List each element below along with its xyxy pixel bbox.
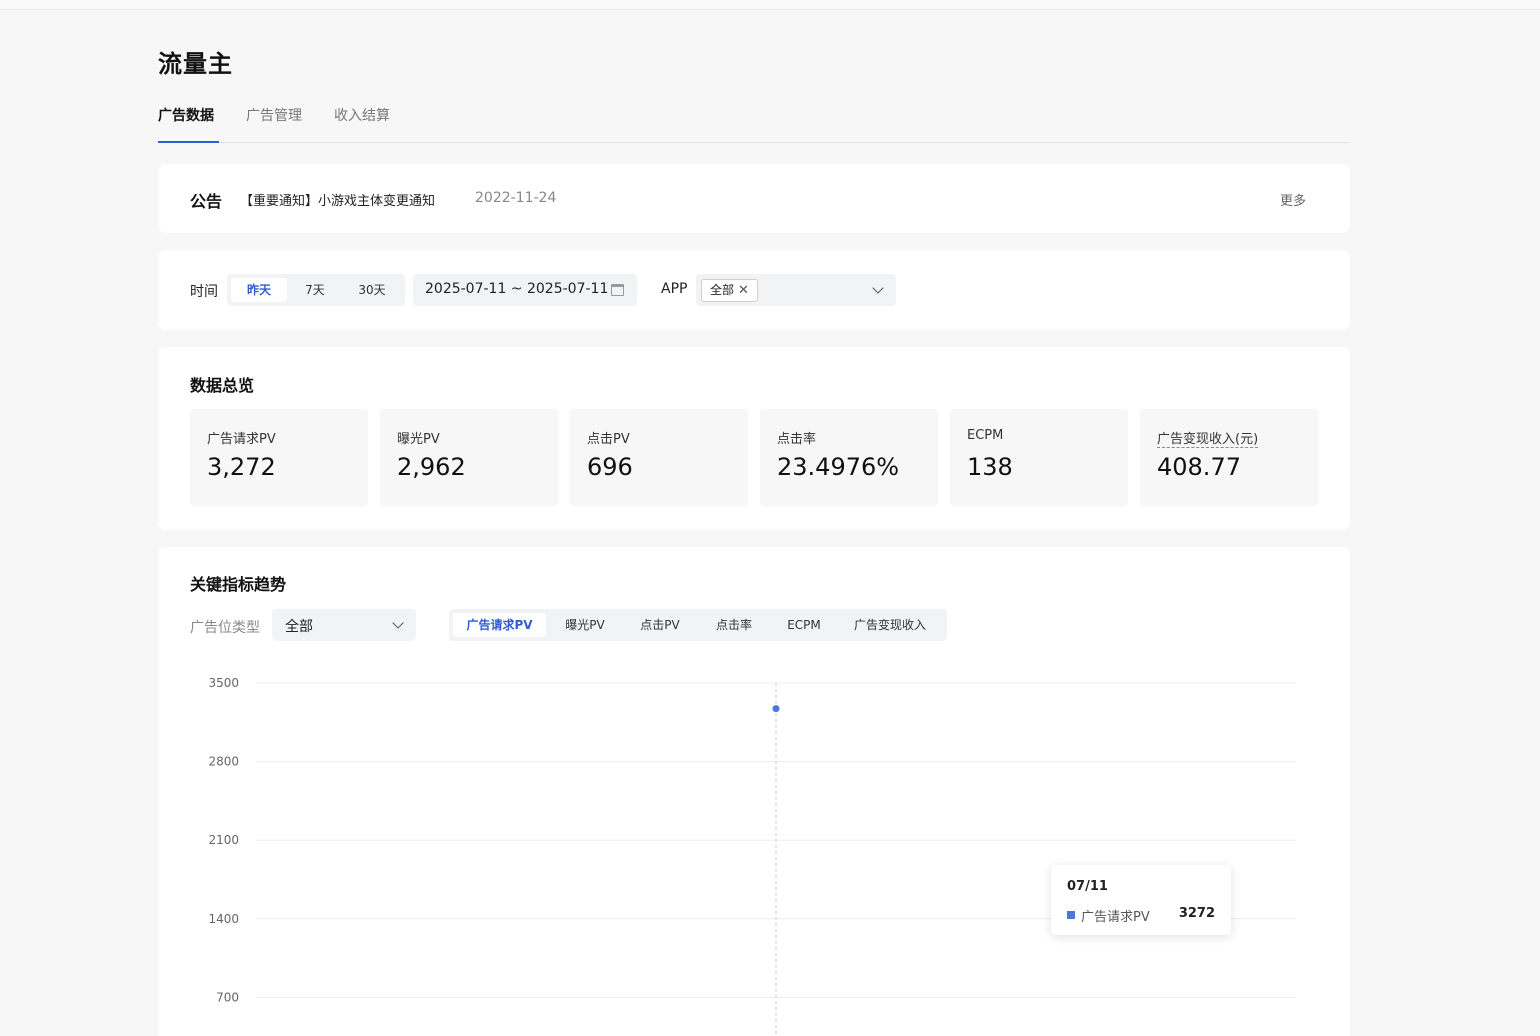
stat-card: 点击PV 696 bbox=[570, 409, 748, 506]
stat-value: 138 bbox=[967, 453, 1013, 481]
stat-value: 23.4976% bbox=[777, 453, 900, 481]
range-segmented-control: 昨天 7天 30天 bbox=[227, 274, 405, 306]
notice-label: 公告 bbox=[190, 192, 223, 211]
overview-card: 数据总览 广告请求PV 3,272 曝光PV 2,962 点击PV 696 点击… bbox=[158, 347, 1350, 530]
tab-income-settlement[interactable]: 收入结算 bbox=[334, 104, 390, 142]
tab-ad-management[interactable]: 广告管理 bbox=[246, 104, 302, 142]
date-range-value: 2025-07-11 ~ 2025-07-11 bbox=[425, 281, 609, 297]
tab-bar: 广告数据 广告管理 收入结算 bbox=[158, 104, 1350, 143]
trend-chart[interactable]: 3500 2800 2100 1400 700 bbox=[158, 547, 1350, 1036]
y-tick-label: 1400 bbox=[208, 912, 239, 926]
top-bar bbox=[0, 0, 1540, 10]
stat-value: 696 bbox=[587, 453, 633, 481]
time-label: 时间 bbox=[190, 284, 218, 300]
range-option-yesterday[interactable]: 昨天 bbox=[231, 278, 287, 302]
notice-date: 2022-11-24 bbox=[475, 190, 557, 206]
range-option-30d[interactable]: 30天 bbox=[343, 278, 401, 302]
chart-tooltip: 07/11 广告请求PV 3272 bbox=[1051, 865, 1231, 935]
stat-card: 曝光PV 2,962 bbox=[380, 409, 558, 506]
page-title: 流量主 bbox=[158, 50, 233, 78]
tooltip-series-name: 广告请求PV bbox=[1081, 910, 1150, 925]
app-tag: 全部 ✕ bbox=[701, 279, 758, 302]
stat-name: 曝光PV bbox=[397, 432, 440, 447]
date-range-picker[interactable]: 2025-07-11 ~ 2025-07-11 bbox=[413, 274, 637, 306]
notice-link[interactable]: 【重要通知】小游戏主体变更通知 bbox=[240, 190, 435, 209]
stat-name: 点击PV bbox=[587, 432, 630, 447]
data-point bbox=[772, 705, 780, 713]
tooltip-value: 3272 bbox=[1178, 906, 1215, 921]
tab-ad-data[interactable]: 广告数据 bbox=[158, 104, 219, 143]
trend-card: 关键指标趋势 广告位类型 全部 广告请求PV 曝光PV 点击PV 点击率 ECP… bbox=[158, 547, 1350, 1036]
tooltip-series-swatch bbox=[1067, 911, 1075, 919]
y-tick-label: 2800 bbox=[208, 755, 239, 769]
stat-value: 3,272 bbox=[207, 453, 276, 481]
app-tag-label: 全部 bbox=[710, 283, 735, 297]
tooltip-date: 07/11 bbox=[1067, 879, 1108, 894]
stat-name: ECPM bbox=[967, 428, 1004, 443]
calendar-icon bbox=[611, 284, 624, 296]
stat-name[interactable]: 广告变现收入(元) bbox=[1157, 428, 1259, 448]
chevron-down-icon bbox=[872, 282, 884, 294]
overview-title: 数据总览 bbox=[190, 376, 255, 395]
stat-card: ECPM 138 bbox=[950, 409, 1128, 506]
app-label: APP bbox=[661, 281, 688, 297]
more-link[interactable]: 更多 bbox=[1280, 190, 1306, 209]
range-option-7d[interactable]: 7天 bbox=[287, 278, 343, 302]
stat-value: 2,962 bbox=[397, 453, 466, 481]
stat-name: 广告请求PV bbox=[207, 432, 276, 447]
stat-name: 点击率 bbox=[777, 432, 817, 447]
notice-card: 公告 【重要通知】小游戏主体变更通知 2022-11-24 更多 bbox=[158, 164, 1350, 233]
close-icon[interactable]: ✕ bbox=[738, 283, 749, 298]
y-tick-label: 3500 bbox=[208, 676, 239, 690]
stat-card: 点击率 23.4976% bbox=[760, 409, 938, 506]
y-tick-label: 2100 bbox=[208, 833, 239, 847]
app-select[interactable]: 全部 ✕ bbox=[696, 274, 896, 306]
stat-card: 广告请求PV 3,272 bbox=[190, 409, 368, 506]
stat-value: 408.77 bbox=[1157, 453, 1241, 481]
filter-card: 时间 昨天 7天 30天 2025-07-11 ~ 2025-07-11 APP… bbox=[158, 250, 1350, 330]
y-tick-label: 700 bbox=[216, 990, 239, 1004]
stat-card: 广告变现收入(元) 408.77 bbox=[1140, 409, 1318, 506]
